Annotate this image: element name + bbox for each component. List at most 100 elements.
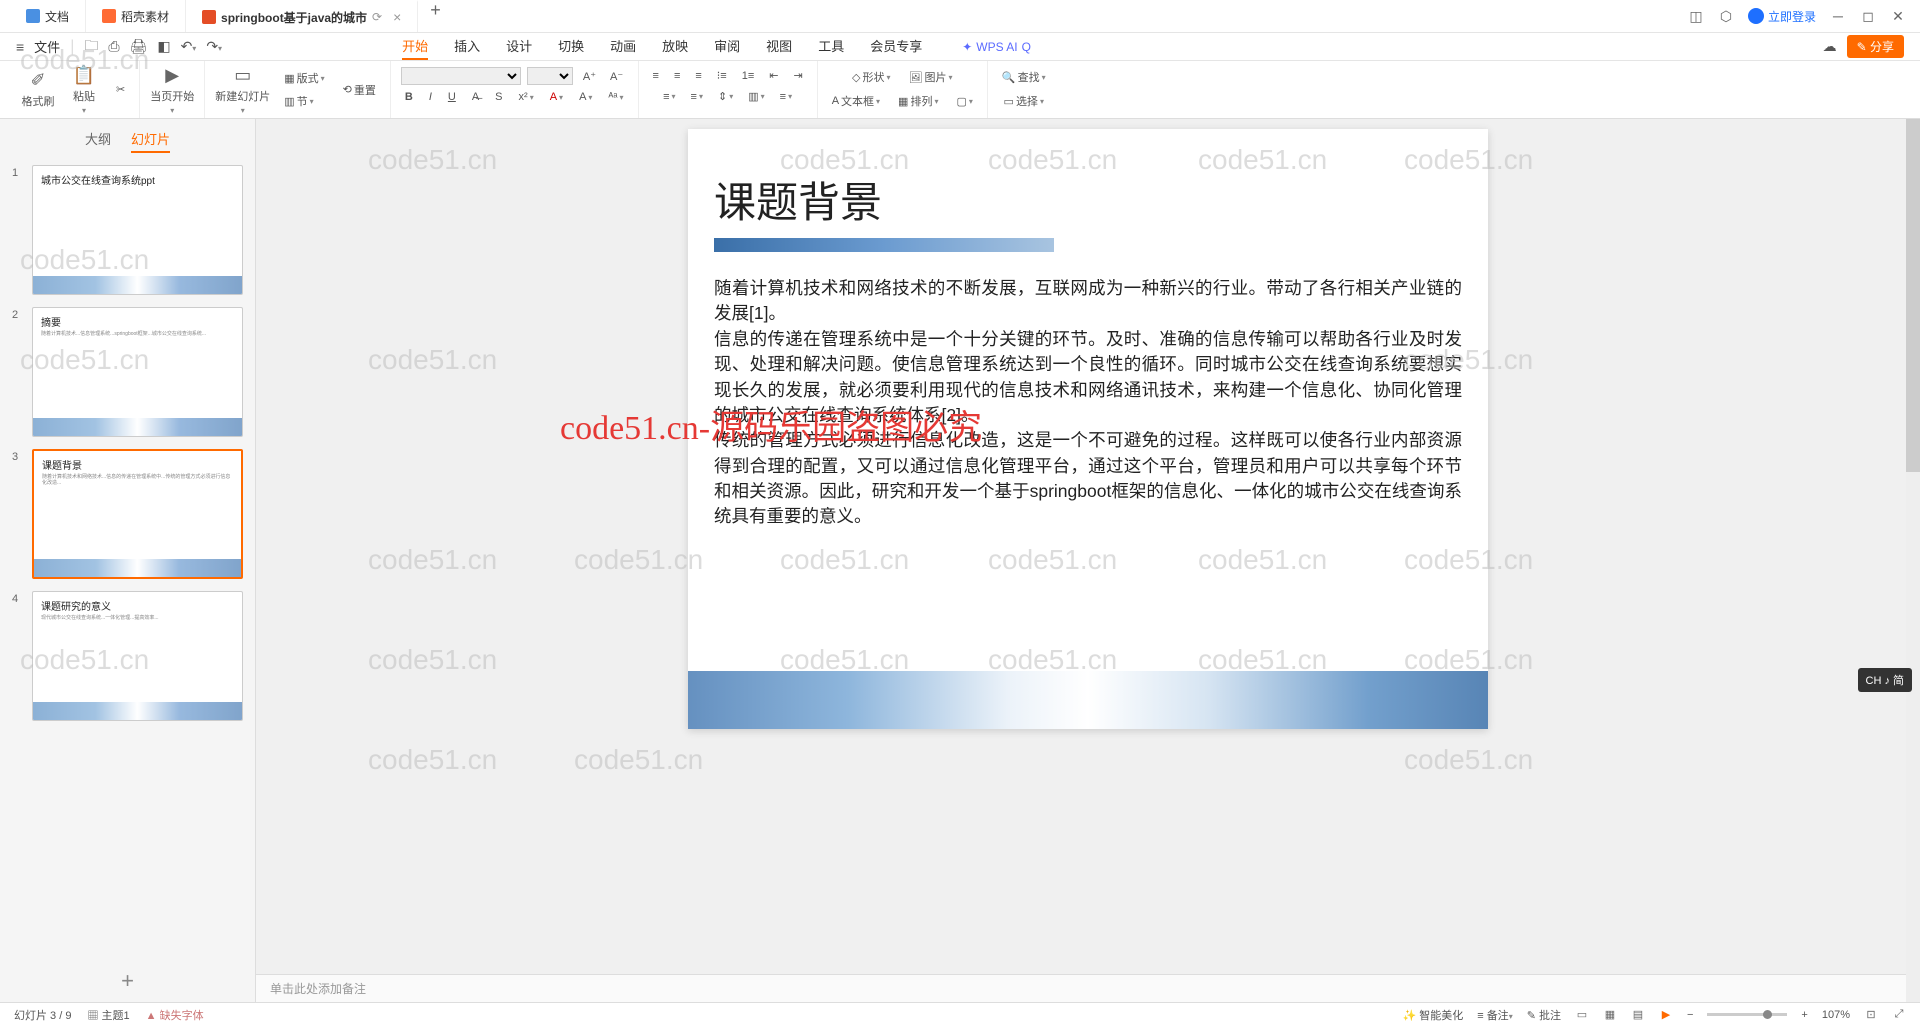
increase-font-icon[interactable]: A⁺ xyxy=(579,68,600,85)
strike-icon[interactable]: A̶ xyxy=(468,89,483,105)
expand-icon[interactable]: ⤢ xyxy=(1892,1008,1906,1022)
tab-review[interactable]: 审阅 xyxy=(714,33,740,60)
tab-design[interactable]: 设计 xyxy=(506,33,532,60)
tab-view[interactable]: 视图 xyxy=(766,33,792,60)
underline-icon[interactable]: U xyxy=(444,89,460,105)
bold-icon[interactable]: B xyxy=(401,89,417,105)
annotate-toggle[interactable]: ✎ 批注 xyxy=(1527,1007,1561,1023)
cube-icon[interactable]: ⬡ xyxy=(1718,8,1734,24)
tab-member[interactable]: 会员专享 xyxy=(870,33,922,60)
notes-area[interactable]: 单击此处添加备注 xyxy=(256,974,1920,1002)
image-button[interactable]: 🖼 图片▾ xyxy=(905,67,957,87)
print-icon[interactable]: ⎙ xyxy=(108,38,119,55)
new-slide-button[interactable]: ▭新建幻灯片▾ xyxy=(215,65,270,115)
maximize-icon[interactable]: ◻ xyxy=(1860,8,1876,24)
zoom-out-icon[interactable]: − xyxy=(1687,1009,1693,1021)
superscript-icon[interactable]: x²▾ xyxy=(515,89,538,105)
theme-status[interactable]: ▦ 主题1 xyxy=(87,1007,129,1023)
thumb-item[interactable]: 4课题研究的意义现代城市公交在线查询系统...一体化管理...提高效率... xyxy=(12,591,243,721)
refresh-icon[interactable]: ⟳ xyxy=(372,10,382,24)
share-button[interactable]: ✎ 分享 xyxy=(1847,35,1904,58)
align-top-icon[interactable]: ≡▾ xyxy=(659,88,679,105)
font-select[interactable] xyxy=(401,67,521,85)
align-left-icon[interactable]: ≡ xyxy=(649,67,663,84)
reading-view-icon[interactable]: ▤ xyxy=(1631,1008,1645,1022)
indent-left-icon[interactable]: ⇤ xyxy=(765,67,782,84)
quick-icon[interactable]: ◧ xyxy=(157,38,170,55)
tab-present[interactable]: 放映 xyxy=(662,33,688,60)
tab-animation[interactable]: 动画 xyxy=(610,33,636,60)
indent-right-icon[interactable]: ⇥ xyxy=(789,67,806,84)
slide-title[interactable]: 课题背景 xyxy=(714,169,1462,230)
tab-daoke[interactable]: 稻壳素材 xyxy=(86,0,186,32)
clear-format-icon[interactable]: ᴬᵃ▾ xyxy=(604,89,627,105)
tab-insert[interactable]: 插入 xyxy=(454,33,480,60)
sorter-view-icon[interactable]: ▦ xyxy=(1603,1008,1617,1022)
slide-canvas[interactable]: 课题背景 随着计算机技术和网络技术的不断发展，互联网成为一种新兴的行业。带动了各… xyxy=(256,119,1920,974)
highlight-icon[interactable]: A▾ xyxy=(575,89,596,105)
beautify-button[interactable]: ✨ 智能美化 xyxy=(1402,1007,1463,1023)
shape-button[interactable]: ◇ 形状▾ xyxy=(848,67,894,87)
fill-icon[interactable]: ▢▾ xyxy=(952,91,976,111)
slide-content[interactable]: 课题背景 随着计算机技术和网络技术的不断发展，互联网成为一种新兴的行业。带动了各… xyxy=(688,129,1488,729)
zoom-level[interactable]: 107% xyxy=(1822,1009,1850,1021)
new-tab-button[interactable]: + xyxy=(418,0,453,32)
save-icon[interactable]: 🗀 xyxy=(84,35,98,59)
missing-font-status[interactable]: ▲ 缺失字体 xyxy=(146,1007,204,1023)
scrollbar[interactable] xyxy=(1906,119,1920,1002)
close-window-icon[interactable]: ✕ xyxy=(1890,8,1906,24)
thumb-item-selected[interactable]: 3课题背景随着计算机技术和网络技术...信息的传递在管理系统中...传统的管理方… xyxy=(12,449,243,579)
align-right-icon[interactable]: ≡ xyxy=(691,67,705,84)
zoom-in-icon[interactable]: + xyxy=(1801,1009,1807,1021)
italic-icon[interactable]: I xyxy=(425,89,436,105)
notes-toggle[interactable]: ≡ 备注▾ xyxy=(1477,1007,1513,1023)
section-button[interactable]: ▥ 节▾ xyxy=(280,91,328,111)
format-painter-button[interactable]: ✐格式刷 xyxy=(20,70,56,109)
menu-icon[interactable]: ≡ xyxy=(16,39,24,55)
tab-start[interactable]: 开始 xyxy=(402,33,428,60)
bullets-icon[interactable]: ⁝≡ xyxy=(713,67,731,84)
tab-transition[interactable]: 切换 xyxy=(558,33,584,60)
select-button[interactable]: ▭ 选择▾ xyxy=(1000,91,1048,111)
paste-button[interactable]: 📋粘贴▾ xyxy=(66,65,102,115)
tab-tools[interactable]: 工具 xyxy=(818,33,844,60)
add-slide-button[interactable]: + xyxy=(0,960,255,1002)
tab-ppt-active[interactable]: springboot基于java的城市⟳× xyxy=(186,0,418,32)
thumb-item[interactable]: 2摘要随着计算机技术...信息管理系统...springboot框架...城市公… xyxy=(12,307,243,437)
numbering-icon[interactable]: 1≡ xyxy=(738,67,759,84)
align-center-icon[interactable]: ≡ xyxy=(670,67,684,84)
decrease-font-icon[interactable]: A⁻ xyxy=(606,68,627,85)
zoom-slider[interactable] xyxy=(1707,1013,1787,1016)
cut-icon[interactable]: ✂ xyxy=(112,81,129,98)
slide-body[interactable]: 随着计算机技术和网络技术的不断发展，互联网成为一种新兴的行业。带动了各行相关产业… xyxy=(714,276,1462,530)
start-page-button[interactable]: ▶当页开始▾ xyxy=(150,65,194,115)
text-dir-icon[interactable]: ⇕▾ xyxy=(714,88,737,105)
login-button[interactable]: 立即登录 xyxy=(1748,8,1816,25)
strike2-icon[interactable]: S xyxy=(491,89,506,105)
para-icon[interactable]: ≡▾ xyxy=(776,88,796,105)
textbox-button[interactable]: A 文本框▾ xyxy=(828,91,884,111)
normal-view-icon[interactable]: ▭ xyxy=(1575,1008,1589,1022)
slides-tab[interactable]: 幻灯片 xyxy=(131,129,170,153)
wps-ai-button[interactable]: ✦ WPS AI Q xyxy=(962,40,1031,54)
minimize-icon[interactable]: ─ xyxy=(1830,8,1846,24)
fit-icon[interactable]: ⊡ xyxy=(1864,1008,1878,1022)
font-color-icon[interactable]: A▾ xyxy=(546,89,567,105)
font-size-select[interactable] xyxy=(527,67,573,85)
reset-button[interactable]: ⟲ 重置 xyxy=(339,80,380,100)
close-icon[interactable]: × xyxy=(393,9,401,25)
find-button[interactable]: 🔍 查找▾ xyxy=(998,67,1050,87)
line-spacing-icon[interactable]: ≡▾ xyxy=(687,88,707,105)
tab-doc[interactable]: 文档 xyxy=(10,0,86,32)
preview-icon[interactable]: 🖨 xyxy=(130,38,148,55)
layout-button[interactable]: ▦ 版式▾ xyxy=(280,68,328,88)
layout-icon[interactable]: ◫ xyxy=(1688,8,1704,24)
slideshow-icon[interactable]: ▶ xyxy=(1659,1008,1673,1022)
columns-icon[interactable]: ▥▾ xyxy=(744,88,768,105)
outline-tab[interactable]: 大纲 xyxy=(85,129,111,153)
redo-icon[interactable]: ↷▾ xyxy=(206,38,222,55)
undo-icon[interactable]: ↶▾ xyxy=(181,38,197,55)
thumb-item[interactable]: 1城市公交在线查询系统ppt xyxy=(12,165,243,295)
cloud-icon[interactable]: ☁ xyxy=(1823,38,1837,55)
arrange-button[interactable]: ▦ 排列▾ xyxy=(894,91,942,111)
